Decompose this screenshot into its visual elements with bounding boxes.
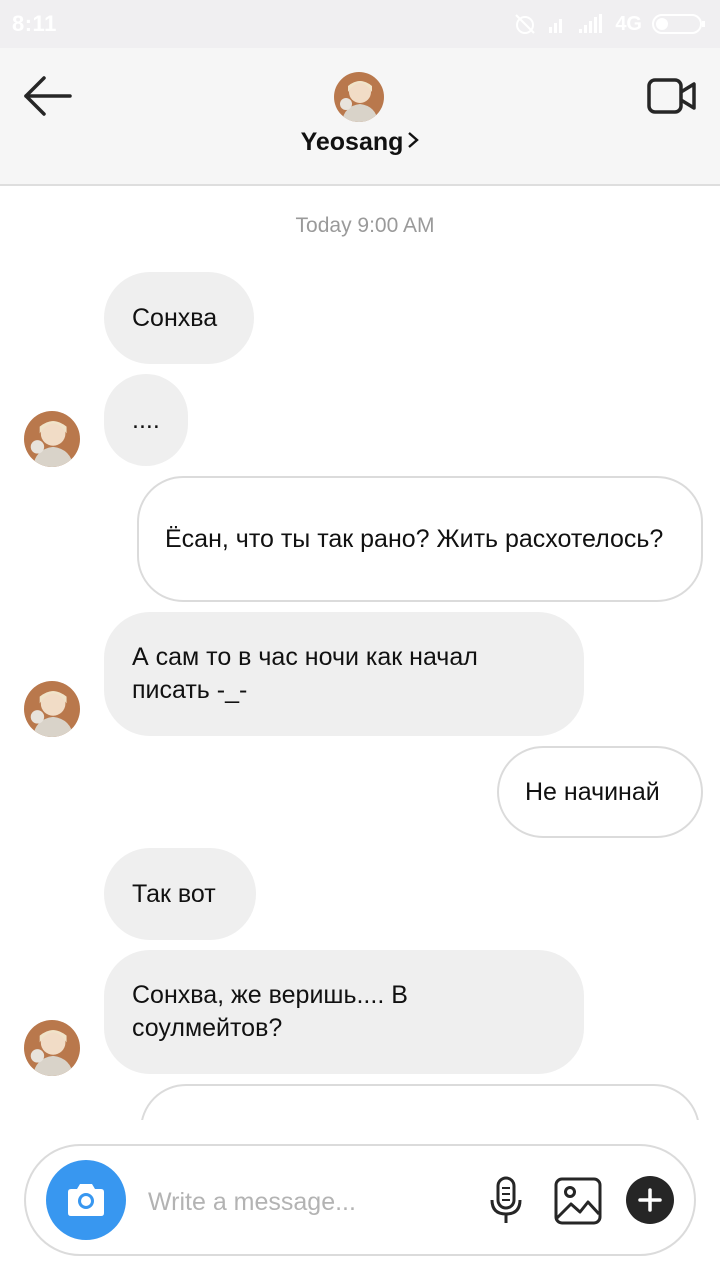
contact-avatar[interactable] <box>334 72 384 122</box>
contact-avatar-small[interactable] <box>24 411 80 467</box>
message-incoming[interactable]: .... <box>104 374 188 466</box>
contact-name: Yeosang <box>300 128 404 156</box>
message-outgoing[interactable]: Не начинай <box>497 746 703 838</box>
message-text: Сонхва <box>132 303 218 332</box>
contact-avatar-small[interactable] <box>24 681 80 737</box>
avatar-image <box>24 411 80 467</box>
message-incoming[interactable]: Сонхва <box>104 272 254 364</box>
microphone-icon <box>490 1176 522 1223</box>
back-button[interactable] <box>20 74 76 118</box>
status-bar: 8:11 4G <box>0 0 720 48</box>
message-incoming[interactable]: Так вот <box>104 848 256 940</box>
message-incoming[interactable]: А сам то в час ночи как начал писать -_- <box>104 612 584 736</box>
video-call-button[interactable] <box>646 76 698 116</box>
arrow-left-icon <box>24 76 72 116</box>
message-text: Сонхва, же веришь.... В соулмейтов? <box>132 981 408 1042</box>
message-incoming[interactable]: Сонхва, же веришь.... В соулмейтов? <box>104 950 584 1074</box>
contact-avatar-small[interactable] <box>24 1020 80 1076</box>
message-composer <box>24 1144 696 1256</box>
camera-button[interactable] <box>46 1160 126 1240</box>
status-time: 8:11 <box>12 11 57 36</box>
message-outgoing-partial[interactable] <box>140 1084 700 1120</box>
message-text: А сам то в час ночи как начал писать -_- <box>132 643 478 704</box>
message-text: Не начинай <box>525 777 660 806</box>
more-options-button[interactable] <box>626 1176 674 1224</box>
message-text: Ёсан, что ты так рано? Жить расхотелось? <box>165 524 664 553</box>
chat-header: Yeosang <box>0 48 720 186</box>
status-icons: 4G <box>513 12 706 36</box>
gallery-button[interactable] <box>553 1176 603 1226</box>
voice-message-button[interactable] <box>488 1176 524 1226</box>
contact-name-link[interactable]: Yeosang <box>0 128 720 157</box>
network-type: 4G <box>615 12 642 35</box>
message-outgoing[interactable]: Ёсан, что ты так рано? Жить расхотелось? <box>137 476 703 602</box>
message-input[interactable] <box>148 1182 478 1222</box>
signal-2-icon <box>579 14 603 33</box>
video-camera-icon <box>647 78 696 114</box>
avatar-image <box>24 681 80 737</box>
signal-1-icon <box>549 19 563 33</box>
chevron-right-icon <box>408 132 420 148</box>
avatar-image <box>334 72 384 122</box>
battery-icon <box>652 14 705 34</box>
message-text: .... <box>132 405 160 434</box>
avatar-image <box>24 1020 80 1076</box>
chat-timestamp: Today 9:00 AM <box>295 214 435 237</box>
camera-icon <box>68 1184 104 1216</box>
plus-icon <box>638 1188 662 1212</box>
image-icon <box>554 1177 602 1225</box>
message-clip <box>0 1084 720 1120</box>
message-text: Так вот <box>132 879 216 908</box>
alarm-off-icon <box>515 14 536 34</box>
